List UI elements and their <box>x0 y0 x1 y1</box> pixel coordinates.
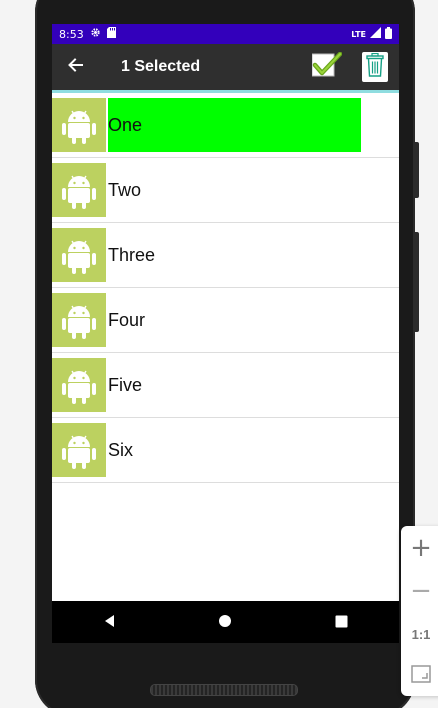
nav-back-button[interactable] <box>90 602 130 642</box>
navigation-bar <box>52 601 399 643</box>
power-button[interactable] <box>413 142 419 198</box>
list-item-label: Six <box>108 439 134 460</box>
nav-recents-button[interactable] <box>321 602 361 642</box>
minus-icon: − <box>410 576 432 606</box>
status-time: 8:53 <box>59 27 84 41</box>
actual-size-label: 1:1 <box>411 626 431 642</box>
android-icon <box>52 358 106 412</box>
item-list: One Two Three Four Five Six <box>52 93 399 483</box>
back-button[interactable] <box>52 44 98 90</box>
network-type: LTE <box>351 29 366 39</box>
list-item-label: Five <box>108 374 143 395</box>
list-item[interactable]: One <box>52 93 399 158</box>
list-item[interactable]: Four <box>52 288 399 353</box>
sd-card-icon <box>106 27 116 41</box>
volume-button[interactable] <box>413 232 419 332</box>
list-item-label: Two <box>108 179 142 200</box>
list-item[interactable]: Five <box>52 353 399 418</box>
status-bar: 8:53 LTE <box>52 24 399 44</box>
fit-screen-icon <box>411 665 431 687</box>
android-icon <box>52 163 106 217</box>
checkmark-icon <box>311 51 343 82</box>
list-item-label: Three <box>108 244 156 265</box>
device-screen: 8:53 LTE 1 Selected One Two Three Four F… <box>52 24 399 601</box>
zoom-in-button[interactable]: + <box>401 528 438 568</box>
android-icon <box>52 98 106 152</box>
gear-icon <box>90 27 101 41</box>
zoom-out-button[interactable]: − <box>401 571 438 611</box>
arrow-back-icon <box>67 57 83 77</box>
plus-icon: + <box>410 533 432 563</box>
confirm-button[interactable] <box>311 51 343 82</box>
list-item[interactable]: Two <box>52 158 399 223</box>
list-item-label: Four <box>108 309 146 330</box>
action-bar: 1 Selected <box>52 44 399 93</box>
android-icon <box>52 423 106 477</box>
nav-home-button[interactable] <box>205 602 245 642</box>
actual-size-button[interactable]: 1:1 <box>401 614 438 654</box>
back-triangle-icon <box>103 613 117 632</box>
trash-icon <box>366 52 384 81</box>
recents-square-icon <box>335 613 348 632</box>
battery-icon <box>385 26 392 42</box>
android-icon <box>52 293 106 347</box>
signal-icon <box>370 27 381 41</box>
phone-speaker <box>150 684 298 696</box>
home-circle-icon <box>218 613 232 632</box>
list-item[interactable]: Six <box>52 418 399 483</box>
delete-button[interactable] <box>362 52 388 82</box>
list-item[interactable]: Three <box>52 223 399 288</box>
action-bar-title: 1 Selected <box>121 58 201 75</box>
android-icon <box>52 228 106 282</box>
list-item-label: One <box>108 98 361 152</box>
zoom-panel: + − 1:1 <box>401 526 438 696</box>
emulator-stage: 8:53 LTE 1 Selected One Two Three Four F… <box>0 0 438 708</box>
fit-screen-button[interactable] <box>401 656 438 696</box>
